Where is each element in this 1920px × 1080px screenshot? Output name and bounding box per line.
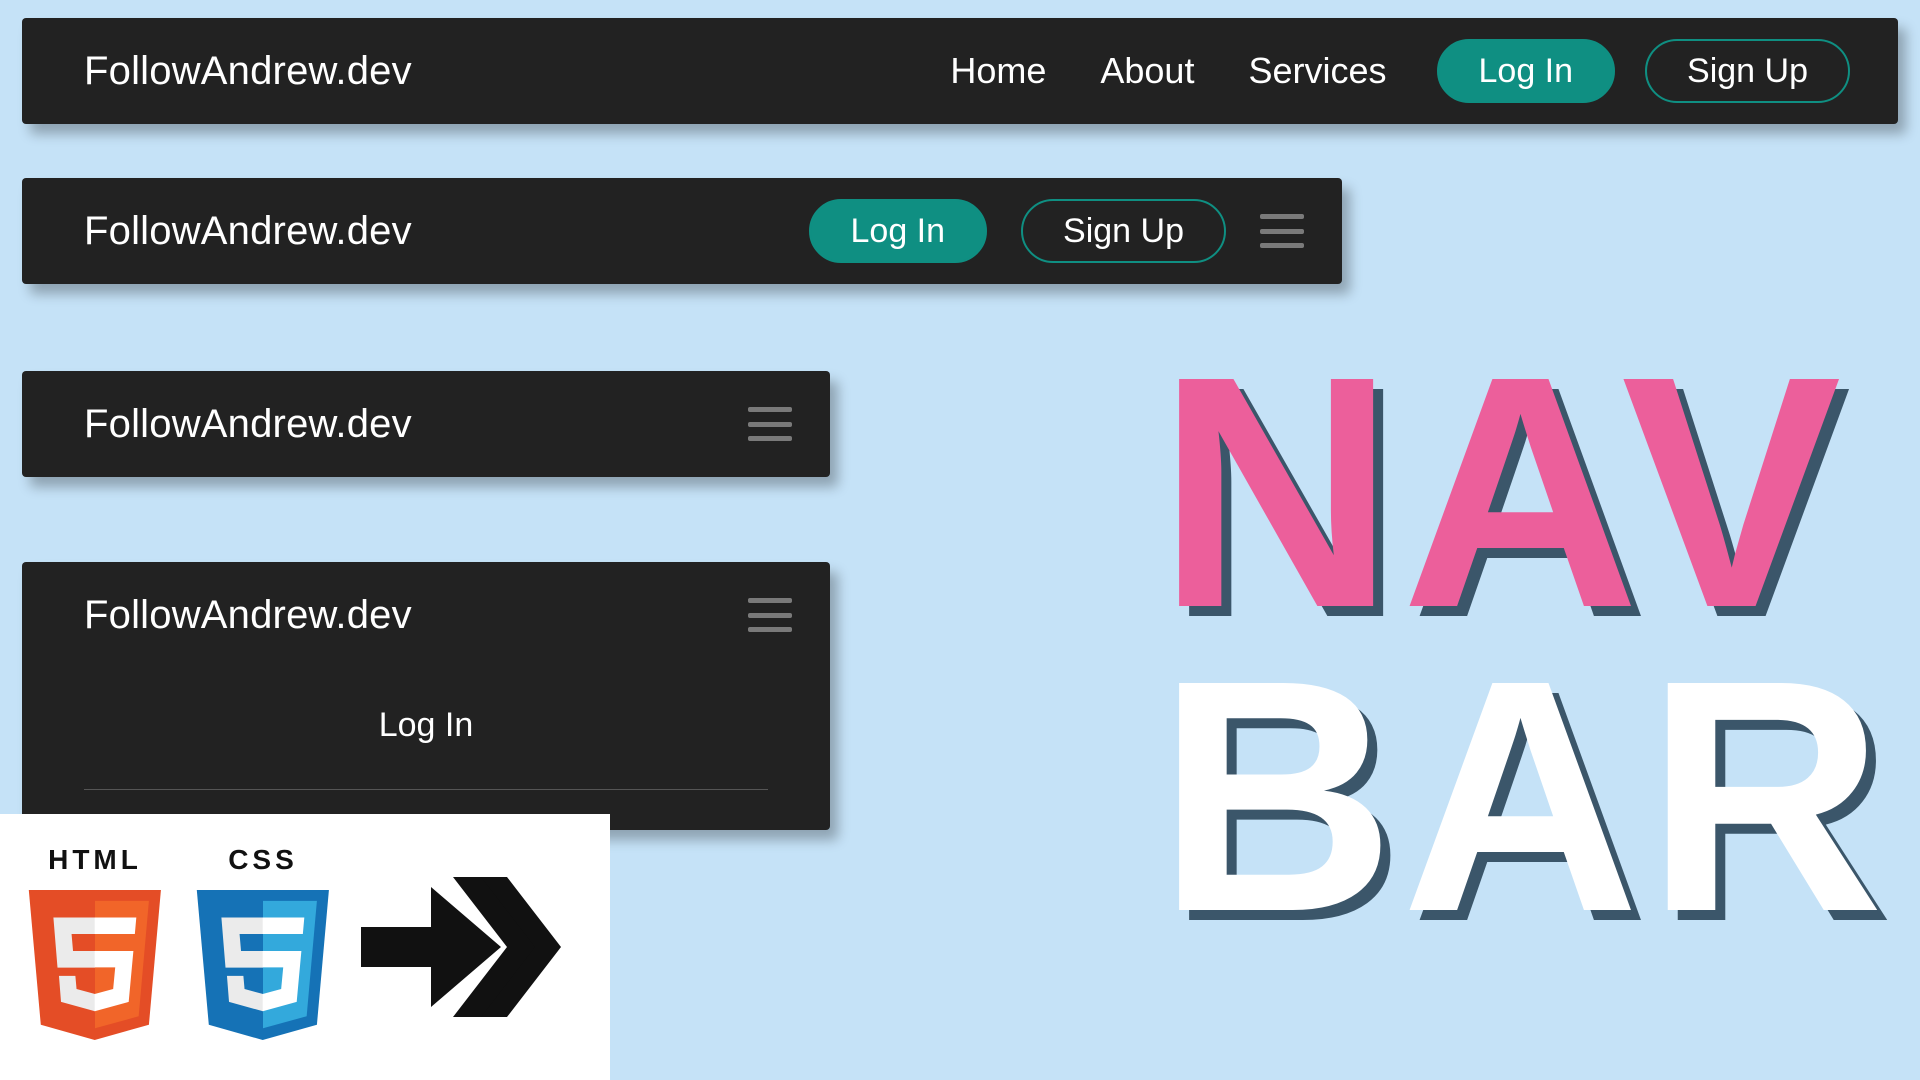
- mobile-dropdown-menu: Log In: [22, 668, 830, 790]
- navbar-mobile-collapsed: FollowAndrew.dev: [22, 371, 830, 477]
- nav-link-about[interactable]: About: [1100, 50, 1194, 92]
- css3-logo: CSS: [188, 844, 338, 1050]
- brand-logo[interactable]: FollowAndrew.dev: [84, 402, 412, 447]
- signup-button[interactable]: Sign Up: [1645, 39, 1850, 103]
- title-line-nav: NAV: [1157, 340, 1890, 644]
- html5-logo: HTML: [20, 844, 170, 1050]
- html5-shield-icon: [20, 880, 170, 1050]
- thumbnail-title: NAV BAR: [1157, 340, 1890, 947]
- nav-link-home[interactable]: Home: [950, 50, 1046, 92]
- css3-shield-icon: [188, 880, 338, 1050]
- brand-logo[interactable]: FollowAndrew.dev: [84, 593, 412, 638]
- title-line-bar: BAR: [1157, 644, 1890, 948]
- nav-links: Home About Services: [950, 50, 1386, 92]
- signup-button[interactable]: Sign Up: [1021, 199, 1226, 263]
- login-button[interactable]: Log In: [1437, 39, 1616, 103]
- navbar-right-group: Log In Sign Up: [809, 199, 1305, 263]
- navbar-desktop: FollowAndrew.dev Home About Services Log…: [22, 18, 1898, 124]
- hamburger-icon[interactable]: [748, 598, 792, 632]
- hamburger-icon[interactable]: [748, 407, 792, 441]
- nav-actions: Log In Sign Up: [1437, 39, 1851, 103]
- navbar-tablet: FollowAndrew.dev Log In Sign Up: [22, 178, 1342, 284]
- css3-label: CSS: [228, 844, 298, 876]
- arrow-right-icon: [356, 842, 566, 1052]
- navbar-mobile-top-row: FollowAndrew.dev: [22, 562, 830, 668]
- login-button[interactable]: Log In: [809, 199, 988, 263]
- hamburger-icon[interactable]: [1260, 214, 1304, 248]
- brand-logo[interactable]: FollowAndrew.dev: [84, 209, 412, 254]
- html5-label: HTML: [48, 844, 142, 876]
- tech-logos-panel: HTML CSS: [0, 814, 610, 1080]
- brand-logo[interactable]: FollowAndrew.dev: [84, 49, 412, 94]
- navbar-mobile-expanded: FollowAndrew.dev Log In: [22, 562, 830, 830]
- mobile-menu-item-login[interactable]: Log In: [84, 688, 768, 790]
- navbar-right-group: Home About Services Log In Sign Up: [950, 39, 1850, 103]
- nav-link-services[interactable]: Services: [1248, 50, 1386, 92]
